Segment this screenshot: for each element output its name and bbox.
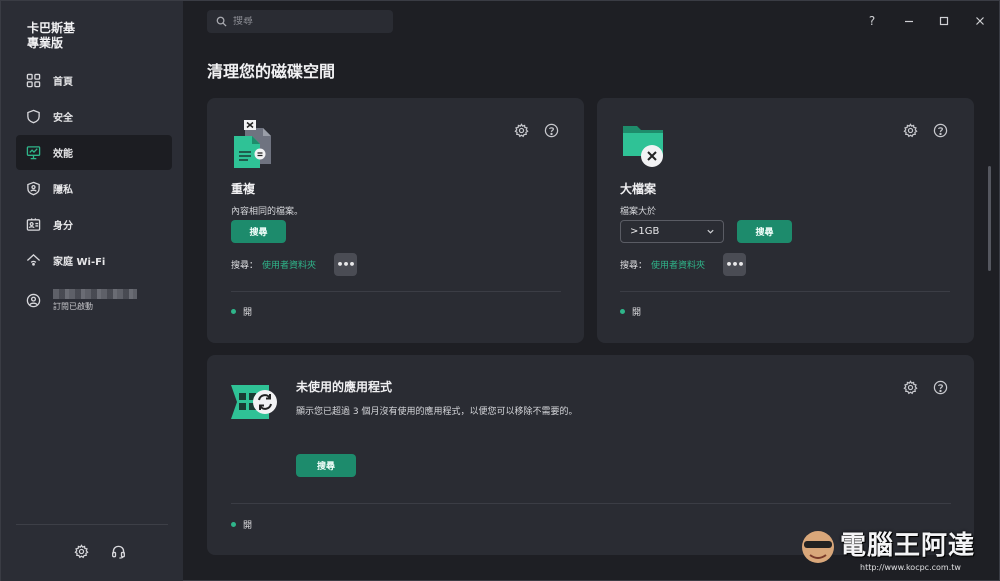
maximize-icon	[939, 16, 949, 26]
size-threshold-label: 檔案大於	[620, 207, 657, 217]
search-box[interactable]	[207, 10, 393, 33]
card-description: 內容相同的檔案。	[231, 207, 304, 217]
app-brand: 卡巴斯基 專業版	[27, 21, 75, 51]
card-help-icon[interactable]	[933, 380, 948, 395]
grid-icon	[26, 73, 41, 88]
status-dot	[231, 309, 236, 314]
minimize-button[interactable]	[901, 13, 917, 29]
settings-gear-icon[interactable]	[74, 544, 89, 559]
minimize-icon	[905, 20, 913, 23]
shield-icon	[26, 109, 41, 124]
card-settings-gear-icon[interactable]	[903, 123, 918, 138]
large-files-card: 大檔案 檔案大於 >1GB 搜尋 搜尋： 使用者資料夾 ••• 開	[597, 98, 974, 343]
card-description: 顯示您已超過 3 個月沒有使用的應用程式，以便您可以移除不需要的。	[296, 407, 578, 417]
more-options-button[interactable]: •••	[723, 253, 746, 276]
card-help-icon[interactable]	[544, 123, 559, 138]
more-options-button[interactable]: •••	[334, 253, 357, 276]
sidebar-item-security[interactable]: 安全	[16, 99, 172, 134]
sidebar: 卡巴斯基 專業版 首頁 安全 效能 隱私 身分 家庭 Wi-Fi 訂閱已啟動	[1, 1, 183, 581]
large-files-search-button[interactable]: 搜尋	[737, 220, 792, 243]
user-circle-icon	[26, 293, 41, 308]
card-settings-gear-icon[interactable]	[514, 123, 529, 138]
duplicates-search-button[interactable]: 搜尋	[231, 220, 286, 243]
status-dot	[620, 309, 625, 314]
scan-folder-link[interactable]: 使用者資料夾	[262, 258, 316, 271]
sidebar-item-home-wifi[interactable]: 家庭 Wi-Fi	[16, 243, 172, 278]
sidebar-item-privacy[interactable]: 隱私	[16, 171, 172, 206]
watermark-text: 電腦王阿達	[840, 531, 976, 561]
status-dot	[231, 522, 236, 527]
card-title: 未使用的應用程式	[296, 380, 393, 394]
support-headset-icon[interactable]	[111, 544, 126, 559]
scan-label: 搜尋：	[231, 261, 259, 271]
home-wifi-icon	[26, 253, 41, 268]
maximize-button[interactable]	[936, 13, 952, 29]
card-divider	[231, 291, 561, 292]
status-label: 開	[243, 521, 253, 531]
sidebar-nav: 首頁 安全 效能 隱私 身分 家庭 Wi-Fi 訂閱已啟動	[16, 63, 172, 322]
status-label: 開	[632, 308, 642, 318]
duplicates-card: 重複 內容相同的檔案。 搜尋 搜尋： 使用者資料夾 ••• 開	[207, 98, 584, 343]
status-label: 開	[243, 308, 253, 318]
size-threshold-value: >1GB	[630, 226, 660, 237]
monitor-icon	[26, 145, 41, 160]
unused-apps-illustration	[231, 385, 277, 419]
search-input[interactable]	[233, 16, 383, 27]
privacy-shield-icon	[26, 181, 41, 196]
sidebar-item-label: 效能	[53, 149, 73, 160]
page-title: 清理您的磁碟空間	[207, 62, 336, 81]
watermark-url: http://www.kocpc.com.tw	[860, 563, 961, 572]
chevron-down-icon	[707, 229, 714, 234]
card-title: 大檔案	[620, 182, 657, 196]
scan-label: 搜尋：	[620, 261, 648, 271]
site-watermark: 電腦王阿達 http://www.kocpc.com.tw	[796, 519, 996, 579]
close-icon	[976, 17, 984, 25]
status-indicator: 開	[231, 518, 252, 531]
unused-apps-search-button[interactable]: 搜尋	[296, 454, 356, 477]
sidebar-item-label: 家庭 Wi-Fi	[53, 257, 106, 268]
brand-line-2: 專業版	[27, 36, 64, 50]
scan-location: 搜尋： 使用者資料夾	[231, 258, 316, 271]
search-icon	[216, 16, 227, 27]
duplicate-files-illustration	[234, 120, 271, 168]
sidebar-item-home[interactable]: 首頁	[16, 63, 172, 98]
status-indicator: 開	[231, 305, 252, 318]
card-settings-gear-icon[interactable]	[903, 380, 918, 395]
sidebar-item-identity[interactable]: 身分	[16, 207, 172, 242]
size-threshold-select[interactable]: >1GB	[620, 220, 724, 243]
id-card-icon	[26, 217, 41, 232]
sidebar-divider	[16, 524, 168, 525]
large-folder-illustration	[623, 126, 663, 167]
account-info: 訂閱已啟動	[53, 288, 137, 312]
sidebar-item-label: 安全	[53, 113, 73, 124]
scan-folder-link[interactable]: 使用者資料夾	[651, 258, 705, 271]
sidebar-item-performance[interactable]: 效能	[16, 135, 172, 170]
sidebar-item-label: 首頁	[53, 77, 73, 88]
card-divider	[231, 503, 951, 504]
subscription-status: 訂閱已啟動	[53, 301, 93, 311]
card-divider	[620, 291, 950, 292]
card-help-icon[interactable]	[933, 123, 948, 138]
card-title: 重複	[231, 182, 256, 196]
help-button[interactable]: ?	[864, 13, 880, 29]
sidebar-item-label: 身分	[53, 221, 73, 232]
app-window: 卡巴斯基 專業版 首頁 安全 效能 隱私 身分 家庭 Wi-Fi 訂閱已啟動 搜…	[0, 0, 1000, 581]
account-email-redacted	[53, 288, 137, 299]
sidebar-item-account[interactable]: 訂閱已啟動	[16, 279, 172, 321]
main-scrollbar[interactable]	[988, 166, 991, 271]
sidebar-item-label: 隱私	[53, 185, 73, 196]
scan-location: 搜尋： 使用者資料夾	[620, 258, 705, 271]
close-button[interactable]	[972, 13, 988, 29]
status-indicator: 開	[620, 305, 641, 318]
brand-line-1: 卡巴斯基	[27, 21, 76, 35]
